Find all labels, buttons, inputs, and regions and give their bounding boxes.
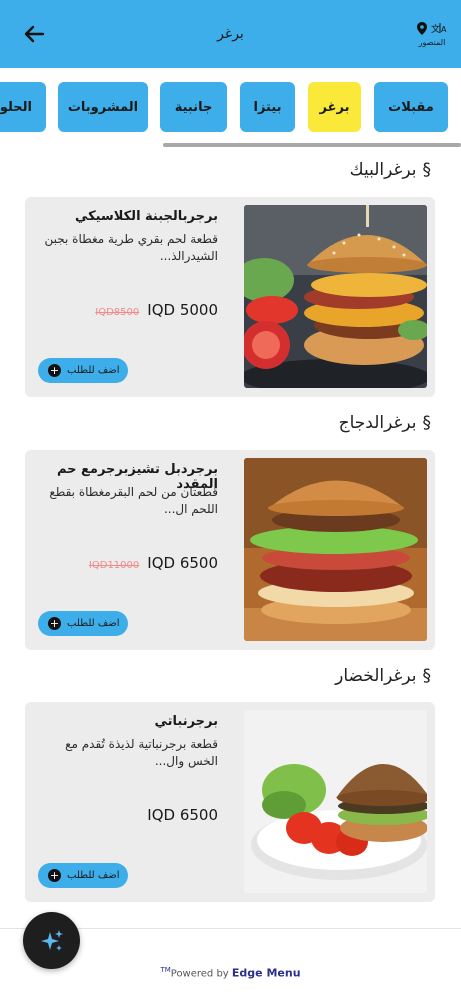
- ai-assistant-button[interactable]: [23, 912, 80, 969]
- add-to-order-button[interactable]: اضف للطلب +: [38, 863, 128, 888]
- app-header: برغر 文 A المنصور: [0, 0, 461, 68]
- item-description: قطعتان من لحم البقرمغطاة بقطع اللحم ال..…: [49, 485, 218, 516]
- svg-text:A: A: [441, 25, 447, 34]
- plus-icon: +: [48, 869, 61, 882]
- section-title-chicken: §برغرالدجاج: [338, 413, 431, 433]
- plus-icon: +: [48, 617, 61, 630]
- price: IQD 5000: [147, 301, 218, 319]
- tab-drinks[interactable]: المشروبات: [58, 82, 148, 132]
- translate-icon[interactable]: 文 A: [431, 22, 447, 34]
- section-title-beak: §برغرالبيك: [349, 160, 431, 180]
- item-description: قطعة برجرنباتية لذيذة تُقدم مع الخس وال.…: [65, 737, 218, 768]
- price-row: IQD8500 IQD 5000: [95, 301, 218, 319]
- add-to-order-button[interactable]: اضف للطلب +: [38, 358, 128, 383]
- location-selector[interactable]: 文 A المنصور: [417, 21, 447, 47]
- item-description: قطعة لحم بقري طرية مغطاة بجبن الشيدرالذ.…: [44, 232, 218, 263]
- item-name: برجرنباتي: [154, 714, 218, 729]
- veggie-burger-image: [244, 710, 427, 893]
- tab-desserts[interactable]: الحلو: [0, 82, 46, 132]
- sparkle-icon: [40, 929, 63, 951]
- old-price: IQD11000: [88, 560, 140, 571]
- powered-by[interactable]: TMPowered by Edge Menu: [0, 966, 461, 979]
- page-title: برغر: [217, 26, 244, 42]
- brand-name: Edge Menu: [231, 966, 301, 980]
- price-row: IQD11000 IQD 6500: [89, 554, 218, 572]
- location-pin-icon: [417, 21, 427, 35]
- double-cheeseburger-image: [244, 458, 427, 641]
- arrow-left-icon: [24, 25, 45, 43]
- classic-cheeseburger-image: [244, 205, 427, 388]
- menu-item-card[interactable]: برجرنباتي قطعة برجرنباتية لذيذة تُقدم مع…: [25, 702, 435, 902]
- back-button[interactable]: [14, 14, 54, 54]
- tab-sides[interactable]: جانبية: [160, 82, 227, 132]
- tab-pizza[interactable]: بيتزا: [240, 82, 295, 132]
- location-name: المنصور: [418, 37, 446, 47]
- plus-icon: +: [48, 364, 61, 377]
- item-name: برجربالجبنة الكلاسيكي: [74, 209, 218, 224]
- old-price: IQD8500: [95, 307, 140, 318]
- category-scrollbar[interactable]: [163, 143, 461, 147]
- svg-text:文: 文: [431, 23, 440, 34]
- category-tabs: مقبلات برغر بيتزا جانبية المشروبات الحلو: [0, 82, 461, 134]
- tab-starters[interactable]: مقبلات: [374, 82, 448, 132]
- menu-item-card[interactable]: برجربالجبنة الكلاسيكي قطعة لحم بقري طرية…: [25, 197, 435, 397]
- tab-burger[interactable]: برغر: [308, 82, 361, 132]
- price-row: IQD 6500: [139, 806, 218, 824]
- menu-item-card[interactable]: برجردبل تشيزبرجرمع حم المقدد قطعتان من ل…: [25, 450, 435, 650]
- section-title-vegetable: §برغرالخضار: [335, 666, 431, 686]
- add-to-order-button[interactable]: اضف للطلب +: [38, 611, 128, 636]
- price: IQD 6500: [147, 554, 218, 572]
- price: IQD 6500: [147, 806, 218, 824]
